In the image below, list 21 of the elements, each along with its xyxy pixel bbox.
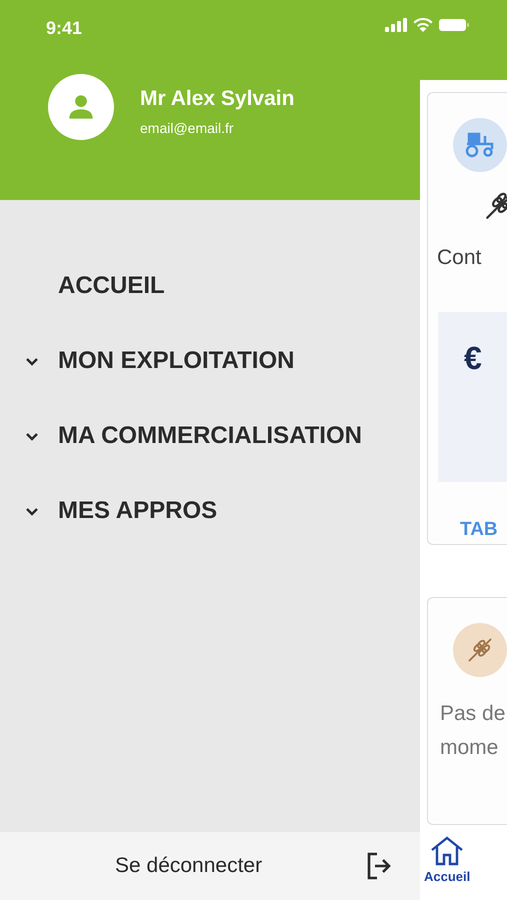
card-text: Pas de	[440, 701, 506, 727]
logout-label: Se déconnecter	[115, 853, 262, 880]
wifi-icon	[413, 18, 433, 32]
menu-item[interactable]: MA COMMERCIALISATION	[0, 398, 420, 473]
signal-icon	[385, 18, 407, 32]
euro-icon: €	[464, 340, 482, 376]
card-text: Cont	[437, 245, 482, 271]
nav-tab[interactable]: Accueil	[420, 825, 474, 900]
user-icon	[67, 93, 95, 121]
tractor-icon	[465, 132, 495, 158]
logout-bar[interactable]: Se déconnecter	[0, 832, 420, 900]
status-time: 9:41	[46, 17, 82, 40]
logout-icon	[366, 852, 392, 880]
menu-item[interactable]: MES APPROS	[0, 473, 420, 548]
home-icon	[429, 835, 466, 867]
user-email: email@email.fr	[140, 118, 235, 138]
menu-item[interactable]: MON EXPLOITATION	[0, 323, 420, 398]
card-text: mome	[440, 735, 500, 761]
user-name: Mr Alex Sylvain	[140, 86, 294, 112]
menu-item[interactable]: ACCUEIL	[0, 248, 420, 323]
battery-icon	[439, 18, 469, 32]
